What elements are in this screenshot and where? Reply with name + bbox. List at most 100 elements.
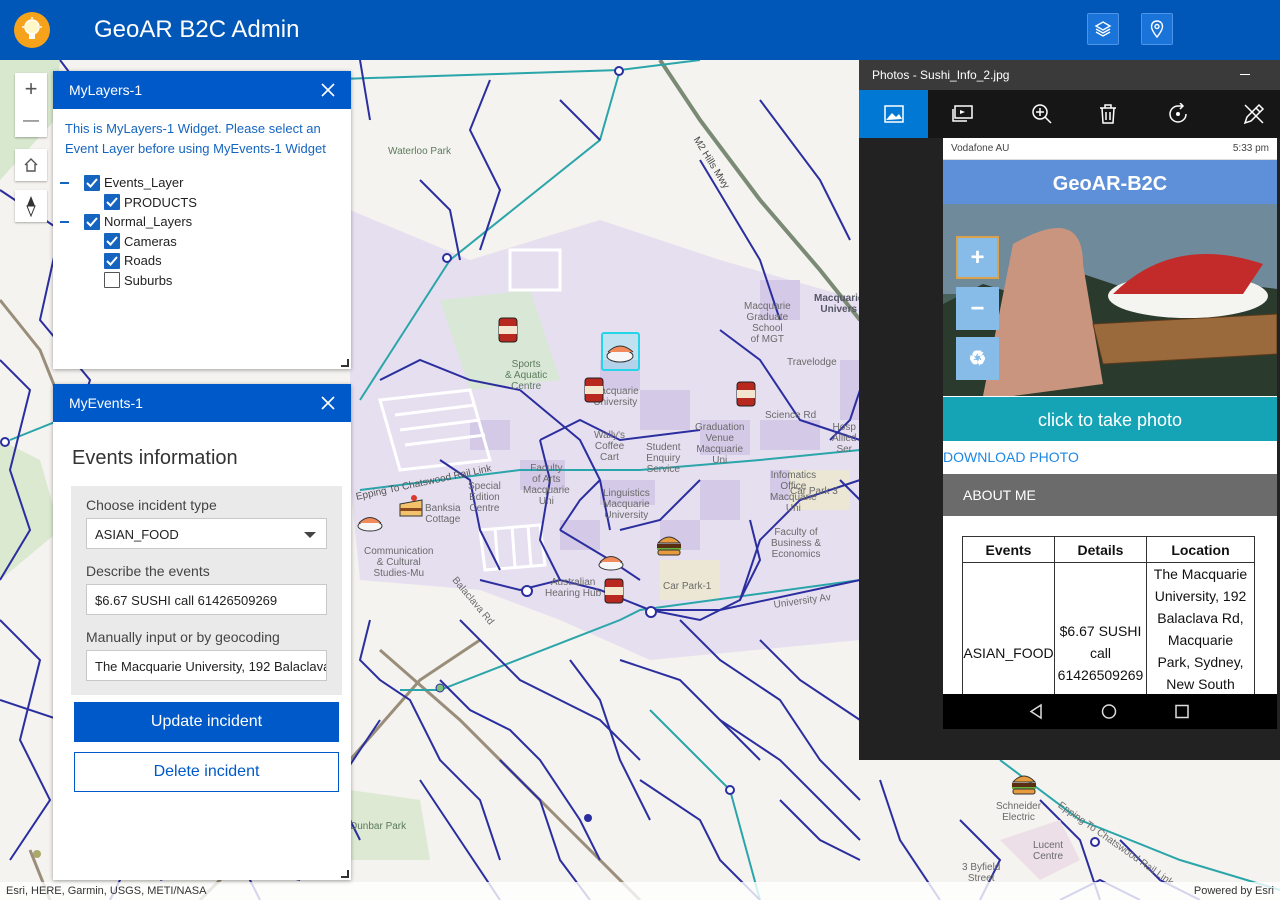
- minimize-icon[interactable]: [1240, 74, 1250, 75]
- close-icon[interactable]: [321, 396, 335, 410]
- edit-button[interactable]: [1235, 90, 1280, 138]
- map-label-graduation-venue: Graduation Venue Macquarie Uni: [695, 422, 745, 466]
- layers-panel: MyLayers-1 This is MyLayers-1 Widget. Pl…: [53, 71, 351, 369]
- map-label-wallys-coffee: Wally's Coffee Cart: [594, 430, 625, 463]
- cake-icon: [399, 495, 423, 517]
- edit-icon: [1243, 103, 1265, 125]
- ar-zoom-out-button[interactable]: −: [956, 287, 999, 330]
- app-logo: [14, 12, 50, 48]
- delete-incident-button[interactable]: Delete incident: [74, 752, 339, 792]
- food-can-icon: [584, 377, 604, 403]
- layer-cameras[interactable]: Cameras: [53, 232, 351, 252]
- events-panel: MyEvents-1 Events information Choose inc…: [53, 384, 351, 880]
- layer-label: Roads: [124, 253, 162, 269]
- can-marker[interactable]: [493, 315, 523, 345]
- collapse-icon[interactable]: [60, 182, 69, 184]
- checkbox-cameras[interactable]: [104, 233, 120, 250]
- photo-phone-screenshot: Vodafone AU 5:33 pm GeoAR-B2C + − ♻ clic…: [943, 138, 1277, 729]
- sushi-marker-selected[interactable]: [601, 332, 640, 371]
- map-label-sports-centre: Sports & Aquatic Centre: [505, 359, 548, 392]
- incident-type-select[interactable]: ASIAN_FOOD: [86, 518, 327, 549]
- take-photo-button[interactable]: click to take photo: [943, 397, 1277, 441]
- photos-title: Photos - Sushi_Info_2.jpg: [872, 68, 1010, 82]
- sushi-marker-2[interactable]: [355, 507, 385, 537]
- burger-marker-2[interactable]: [1009, 768, 1039, 798]
- table-header: Location: [1146, 536, 1255, 563]
- table-header: Events: [962, 536, 1055, 563]
- map-label-dunbar-park: Dunbar Park: [350, 821, 407, 832]
- burger-icon: [656, 536, 682, 556]
- about-me-header[interactable]: ABOUT ME: [943, 474, 1277, 516]
- image-icon: [883, 105, 904, 123]
- map-label-communication: Communication & Cultural Studies-Mu: [364, 546, 434, 579]
- sushi-icon: [606, 345, 634, 363]
- zoom-in-button[interactable]: +: [15, 73, 47, 105]
- location-input[interactable]: The Macquarie University, 192 Balaclava …: [86, 650, 327, 681]
- resize-handle[interactable]: [341, 870, 349, 878]
- zoom-in-icon: [1031, 104, 1052, 124]
- recents-icon[interactable]: [1175, 704, 1189, 719]
- layers-panel-title: MyLayers-1: [69, 82, 143, 98]
- checkbox-normal-layers[interactable]: [84, 213, 100, 230]
- checkbox-roads[interactable]: [104, 252, 120, 269]
- photos-titlebar: Photos - Sushi_Info_2.jpg: [859, 60, 1280, 90]
- incident-type-label: Choose incident type: [86, 497, 217, 513]
- compass-icon: [26, 196, 36, 217]
- events-panel-header: MyEvents-1: [53, 384, 351, 422]
- map-label-byfield: 3 Byfield Street: [962, 862, 1001, 884]
- home-icon: [24, 158, 38, 172]
- rotate-button[interactable]: [1143, 90, 1212, 138]
- collapse-icon[interactable]: [60, 221, 69, 223]
- image-button[interactable]: [859, 90, 928, 138]
- describe-input[interactable]: $6.67 SUSHI call 61426509269: [86, 584, 327, 615]
- delete-button[interactable]: [1073, 90, 1142, 138]
- close-icon[interactable]: [321, 83, 335, 97]
- carrier-label: Vodafone AU: [951, 143, 1010, 154]
- slideshow-button[interactable]: [928, 90, 997, 138]
- layer-products[interactable]: PRODUCTS: [53, 193, 351, 213]
- can-marker-2[interactable]: [579, 375, 609, 405]
- powered-by-text[interactable]: Powered by Esri: [1194, 885, 1274, 897]
- zoom-out-button[interactable]: —: [15, 105, 47, 137]
- map-label-faculty-business: Faculty of Business & Economics: [771, 527, 822, 560]
- map-label-special-edition: Special Edition Centre: [468, 481, 501, 514]
- cake-marker[interactable]: [396, 490, 426, 520]
- time-label: 5:33 pm: [1232, 143, 1269, 154]
- sushi-icon: [598, 556, 624, 571]
- zoom-in-tool-button[interactable]: [1007, 90, 1076, 138]
- update-incident-button[interactable]: Update incident: [74, 702, 339, 742]
- resize-handle[interactable]: [341, 359, 349, 367]
- location-button[interactable]: [1141, 13, 1173, 45]
- download-photo-link[interactable]: DOWNLOAD PHOTO: [943, 441, 1277, 465]
- sushi-marker-3[interactable]: [596, 546, 626, 576]
- map-label-macquarie-right: Macquarie Univers: [814, 293, 864, 315]
- can-marker-3[interactable]: [731, 379, 761, 409]
- phone-app-bar: GeoAR-B2C: [943, 160, 1277, 204]
- slideshow-icon: [951, 105, 973, 122]
- layer-suburbs[interactable]: Suburbs: [53, 271, 351, 291]
- food-can-icon: [736, 381, 756, 407]
- compass-button[interactable]: [15, 190, 47, 222]
- can-marker-4[interactable]: [599, 576, 629, 606]
- events-panel-title: MyEvents-1: [69, 395, 143, 411]
- home-button[interactable]: [15, 149, 47, 181]
- home-circle-icon[interactable]: [1101, 704, 1117, 719]
- sushi-icon: [357, 517, 383, 532]
- burger-marker[interactable]: [654, 529, 684, 559]
- ar-camera-view: + − ♻: [943, 204, 1277, 396]
- photos-window: Photos - Sushi_Info_2.jpg Vodafone AU 5:…: [859, 60, 1280, 760]
- layer-roads[interactable]: Roads: [53, 251, 351, 271]
- layer-normal[interactable]: Normal_Layers: [53, 212, 351, 232]
- checkbox-events-layer[interactable]: [84, 174, 100, 191]
- ar-zoom-in-button[interactable]: +: [956, 236, 999, 279]
- layers-button[interactable]: [1087, 13, 1119, 45]
- checkbox-products[interactable]: [104, 194, 120, 211]
- map-label-car-park-1: Car Park-1: [663, 581, 712, 592]
- recycle-button[interactable]: ♻: [956, 337, 999, 380]
- map-label-travelodge: Travelodge: [787, 357, 837, 368]
- layer-label: Suburbs: [124, 272, 173, 288]
- layer-events[interactable]: Events_Layer: [53, 173, 351, 193]
- back-icon[interactable]: [1029, 703, 1042, 720]
- checkbox-suburbs[interactable]: [104, 272, 120, 289]
- layer-label: PRODUCTS: [124, 194, 197, 210]
